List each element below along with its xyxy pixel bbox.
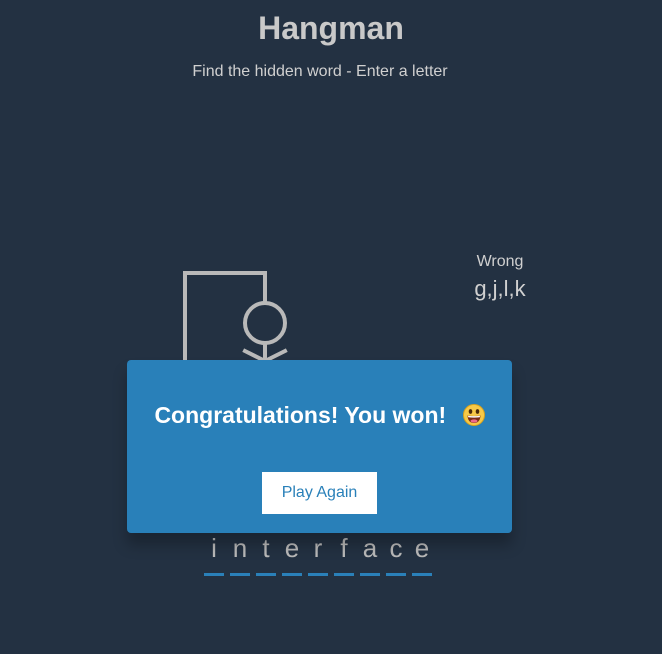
win-message-row: Congratulations! You won! [127,402,512,429]
word-letter: i [204,533,224,576]
win-popup: Congratulations! You won! Play Again [127,360,512,533]
word-letter: n [230,533,250,576]
hidden-word: i n t e r f a c e [204,533,438,576]
word-letter: f [334,533,354,576]
word-letter: r [308,533,328,576]
word-letter: e [412,533,432,576]
word-letter: c [386,533,406,576]
win-message: Congratulations! You won! [154,402,447,428]
hangman-head [243,301,287,345]
word-letter: t [256,533,276,576]
wrong-label: Wrong [476,253,524,270]
word-letter: a [360,533,380,576]
game-title: Hangman [258,10,404,46]
instructions: Find the hidden word - Enter a letter [192,63,448,80]
wrong-letters-panel: Wrong g,j,l,k [460,253,540,302]
grinning-face-icon [462,404,485,426]
play-again-button[interactable]: Play Again [262,472,377,514]
wrong-letters: g,j,l,k [474,276,526,301]
word-letter: e [282,533,302,576]
